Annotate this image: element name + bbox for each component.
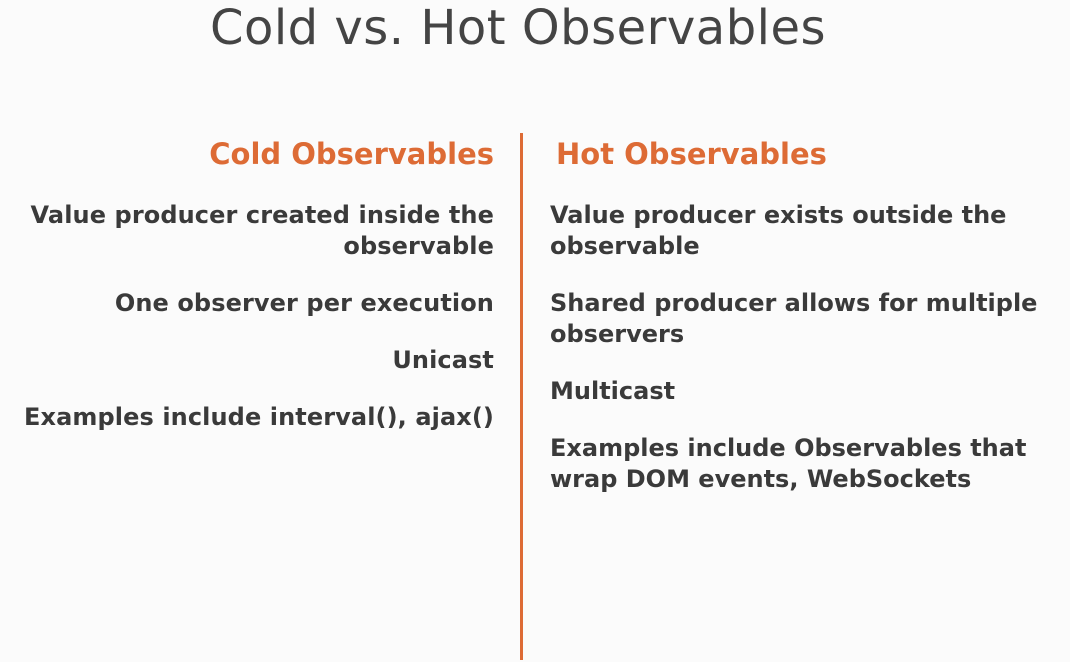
slide-title: Cold vs. Hot Observables — [209, 0, 827, 56]
cold-observables-heading: Cold Observables — [209, 137, 494, 171]
cold-observables-column: Cold Observables Value producer created … — [0, 135, 494, 459]
column-divider — [520, 133, 523, 660]
cold-item-producer: Value producer created inside the observ… — [30, 201, 494, 260]
hot-item-examples: Examples include Observables that wrap D… — [550, 434, 1027, 493]
cold-item-unicast: Unicast — [392, 346, 494, 374]
hot-observables-column: Hot Observables Value producer exists ou… — [550, 135, 1068, 521]
hot-item-shared: Shared producer allows for multiple obse… — [550, 289, 1038, 348]
hot-observables-heading: Hot Observables — [556, 137, 827, 171]
hot-item-producer: Value producer exists outside the observ… — [550, 201, 1007, 260]
cold-item-observer: One observer per execution — [114, 289, 494, 317]
hot-item-multicast: Multicast — [550, 377, 676, 405]
cold-item-examples: Examples include interval(), ajax() — [24, 403, 494, 431]
